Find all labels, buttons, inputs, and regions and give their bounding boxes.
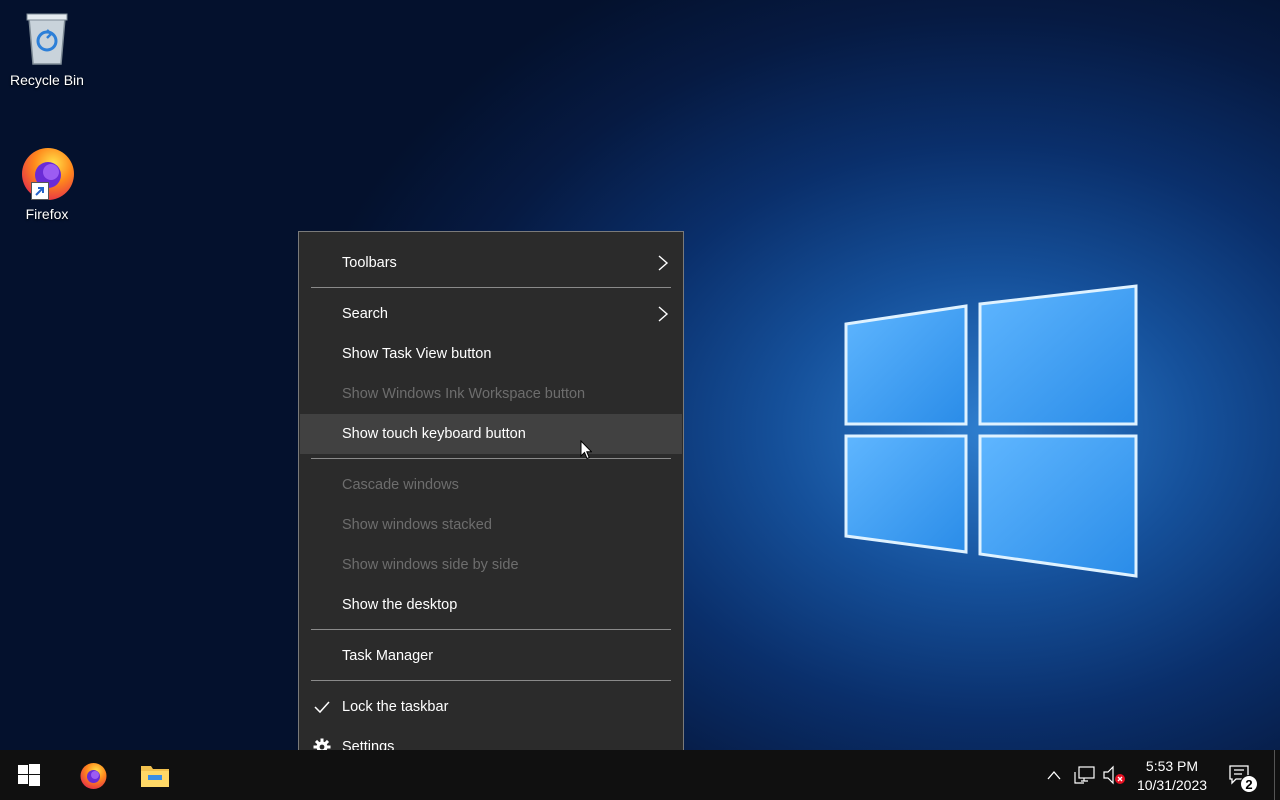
menu-item-label: Task Manager — [342, 648, 434, 664]
volume-muted-icon — [1103, 765, 1125, 785]
menu-item-show-touch-keyboard-button[interactable]: Show touch keyboard button — [300, 414, 682, 454]
firefox-icon — [17, 142, 77, 202]
menu-item-label: Show touch keyboard button — [342, 426, 526, 442]
clock-date: 10/31/2023 — [1136, 776, 1208, 793]
taskbar: 5:53 PM 10/31/2023 2 — [0, 750, 1280, 800]
network-icon — [1074, 766, 1095, 784]
menu-item-label: Show Windows Ink Workspace button — [342, 386, 586, 402]
menu-item-show-the-desktop[interactable]: Show the desktop — [300, 585, 682, 625]
notification-badge: 2 — [1240, 775, 1258, 793]
menu-item-cascade-windows: Cascade windows — [300, 465, 682, 505]
mouse-cursor-icon — [580, 440, 592, 460]
desktop-icon-firefox[interactable]: Firefox — [2, 142, 92, 222]
desktop-icon-recycle-bin[interactable]: Recycle Bin — [2, 8, 92, 88]
menu-item-show-windows-side-by-side: Show windows side by side — [300, 545, 682, 585]
menu-item-show-windows-stacked: Show windows stacked — [300, 505, 682, 545]
wallpaper-windows-logo — [842, 284, 1142, 584]
menu-item-show-windows-ink-workspace-button: Show Windows Ink Workspace button — [300, 374, 682, 414]
chevron-right-icon — [658, 255, 669, 271]
menu-item-label: Cascade windows — [342, 477, 459, 493]
menu-separator — [311, 680, 671, 681]
action-center-button[interactable]: 2 — [1216, 750, 1264, 800]
taskbar-file-explorer-button[interactable] — [128, 750, 182, 800]
menu-item-label: Show the desktop — [342, 597, 458, 613]
taskbar-firefox-button[interactable] — [66, 750, 120, 800]
menu-item-label: Toolbars — [342, 255, 397, 271]
shortcut-arrow-icon — [31, 182, 49, 200]
menu-item-label: Lock the taskbar — [342, 699, 449, 715]
volume-tray-button[interactable] — [1100, 750, 1128, 800]
show-desktop-button[interactable] — [1274, 750, 1280, 800]
menu-item-lock-the-taskbar[interactable]: Lock the taskbar — [300, 687, 682, 727]
folder-icon — [141, 766, 169, 787]
recycle-bin-icon — [17, 8, 77, 68]
menu-separator — [311, 287, 671, 288]
desktop-icon-label: Recycle Bin — [10, 72, 84, 88]
windows-logo-icon — [18, 764, 40, 786]
menu-item-label: Show windows stacked — [342, 517, 492, 533]
chevron-right-icon — [658, 306, 669, 322]
menu-item-label: Show windows side by side — [342, 557, 519, 573]
network-tray-button[interactable] — [1072, 750, 1098, 800]
menu-item-label: Show Task View button — [342, 346, 492, 362]
desktop-icon-label: Firefox — [25, 206, 69, 222]
checkmark-icon — [314, 701, 330, 714]
firefox-icon — [80, 763, 107, 789]
menu-item-search[interactable]: Search — [300, 294, 682, 334]
menu-separator — [311, 629, 671, 630]
menu-item-label: Search — [342, 306, 388, 322]
menu-separator — [311, 458, 671, 459]
menu-item-task-manager[interactable]: Task Manager — [300, 636, 682, 676]
show-hidden-icons-button[interactable] — [1042, 750, 1066, 800]
notification-count: 2 — [1245, 777, 1253, 792]
start-button[interactable] — [2, 750, 56, 800]
chevron-up-icon — [1047, 771, 1061, 780]
menu-item-show-task-view-button[interactable]: Show Task View button — [300, 334, 682, 374]
menu-item-toolbars[interactable]: Toolbars — [300, 243, 682, 283]
clock-button[interactable]: 5:53 PM 10/31/2023 — [1132, 750, 1212, 800]
taskbar-context-menu: Toolbars Search Show Task View button Sh… — [298, 231, 684, 777]
clock-time: 5:53 PM — [1145, 757, 1199, 774]
